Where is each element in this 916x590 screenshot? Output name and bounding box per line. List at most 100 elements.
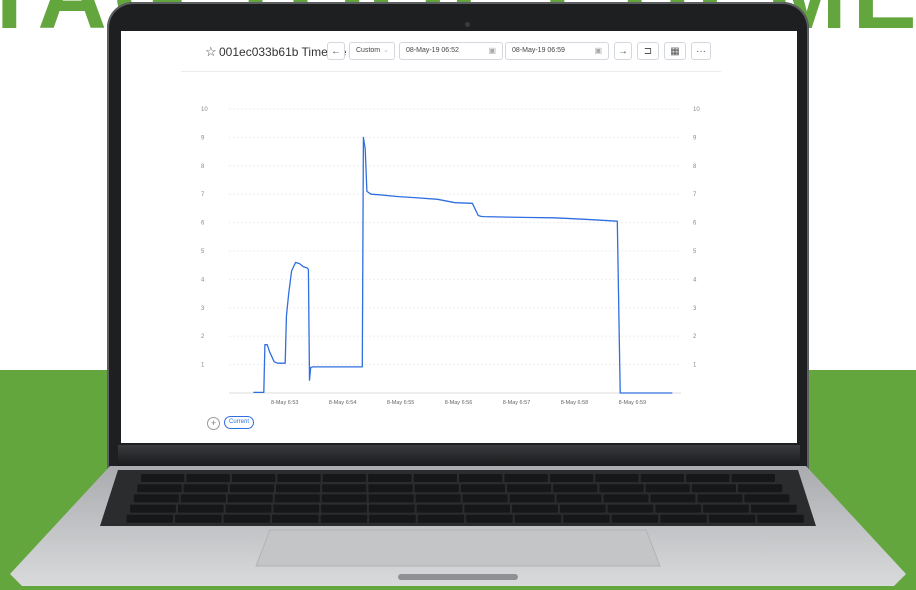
timeline-chart: 1 1 2 2 3 3 4 4 5 5 6 6 7 7 8 8 9 9 10 10 8-May 6:53 8-May 6:… <box>201 107 700 406</box>
y-tick-label-left: 3 <box>201 306 205 312</box>
keyboard-key <box>512 504 558 513</box>
x-tick-label: 8-May 6:56 <box>445 400 473 406</box>
keyboard-key <box>369 514 416 523</box>
keyboard-key <box>223 514 271 523</box>
keyboard-key <box>126 514 174 523</box>
keyboard-key <box>460 484 505 493</box>
keyboard-key <box>417 514 465 523</box>
keyboard-key <box>464 504 511 513</box>
keyboard-key <box>175 514 222 523</box>
keyboard-key <box>660 514 707 523</box>
keyboard-key <box>504 474 548 482</box>
y-tick-label-right: 2 <box>693 334 697 340</box>
keyboard-key <box>697 494 743 503</box>
keyboard-key <box>640 474 685 482</box>
keyboard-key <box>277 474 321 482</box>
y-tick-label-left: 4 <box>201 277 205 283</box>
keyboard-key <box>611 514 659 523</box>
keyboard-key <box>321 494 367 503</box>
keyboard-key <box>133 494 179 503</box>
keyboard-key <box>321 504 367 513</box>
keyboard-key <box>509 494 555 503</box>
keyboard-key <box>227 494 273 503</box>
keyboard-key <box>130 504 176 513</box>
x-tick-label: 8-May 6:55 <box>387 400 415 406</box>
keyboard-key <box>322 474 367 482</box>
y-tick-label-right: 10 <box>693 107 700 113</box>
y-tick-label-right: 9 <box>693 135 697 141</box>
keyboard-key <box>691 484 736 493</box>
y-tick-label-left: 5 <box>201 249 205 255</box>
keyboard-key <box>738 484 783 493</box>
keyboard-key <box>757 514 804 523</box>
keyboard-key <box>553 484 598 493</box>
keyboard-key <box>229 484 274 493</box>
series-line-current <box>253 136 673 394</box>
x-tick-label: 8-May 6:58 <box>561 400 589 406</box>
trackpad[interactable] <box>255 529 661 567</box>
keyboard-key <box>416 504 463 513</box>
keyboard-key <box>744 494 790 503</box>
laptop-base <box>10 466 906 590</box>
keyboard-key <box>507 484 552 493</box>
keyboard-key <box>186 474 230 482</box>
y-tick-label-left: 6 <box>201 221 205 227</box>
keyboard-key <box>603 494 649 503</box>
keyboard-key <box>272 514 319 523</box>
keyboard-key <box>276 484 321 493</box>
keyboard-key <box>514 514 562 523</box>
keyboard-deck <box>10 466 906 586</box>
y-tick-label-right: 6 <box>693 221 697 227</box>
keyboard-key <box>708 514 756 523</box>
keyboard-key <box>466 514 513 523</box>
keyboard-key <box>413 474 457 482</box>
keyboard-key <box>225 504 272 513</box>
keyboard-key <box>655 504 702 513</box>
y-tick-label-right: 3 <box>693 306 697 312</box>
keyboard-key <box>549 474 594 482</box>
keyboard-key <box>177 504 224 513</box>
keyboard-key <box>320 514 368 523</box>
keyboard-key <box>563 514 610 523</box>
keyboard-key <box>368 484 413 493</box>
y-tick-label-right: 1 <box>693 363 697 369</box>
keyboard-key <box>607 504 654 513</box>
keyboard-key <box>180 494 226 503</box>
camera-icon <box>465 22 470 27</box>
y-tick-label-left: 1 <box>201 363 205 369</box>
y-tick-label-left: 8 <box>201 164 205 170</box>
x-tick-label: 8-May 6:53 <box>271 400 299 406</box>
x-tick-label: 8-May 6:54 <box>329 400 357 406</box>
y-tick-label-right: 5 <box>693 249 697 255</box>
y-tick-label-left: 9 <box>201 135 205 141</box>
keyboard-key <box>414 484 459 493</box>
keyboard-key <box>731 474 775 482</box>
keyboard-key <box>703 504 749 513</box>
lid-notch <box>398 574 518 580</box>
keyboard-key <box>559 504 606 513</box>
add-series-button[interactable]: + <box>207 417 220 430</box>
keyboard-key <box>274 494 320 503</box>
keyboard-key <box>599 484 644 493</box>
keyboard-key <box>415 494 461 503</box>
series-legend-current[interactable]: Current <box>224 416 255 429</box>
keyboard-key <box>645 484 690 493</box>
keyboard-key <box>595 474 639 482</box>
keyboard-key <box>368 474 412 482</box>
keyboard-key <box>750 504 797 513</box>
x-tick-label: 8-May 6:57 <box>503 400 531 406</box>
keyboard-key <box>462 494 508 503</box>
keyboard-key <box>686 474 730 482</box>
keyboard-key <box>368 494 414 503</box>
laptop-screen: ☆ 001ec033b61b Timeline ... ← Custom ⌄ 08… <box>121 31 797 443</box>
keyboard-key <box>650 494 696 503</box>
keyboard-key <box>556 494 602 503</box>
keyboard-key <box>459 474 503 482</box>
keyboard-key <box>137 484 182 493</box>
laptop-hinge <box>118 445 800 467</box>
keyboard-key <box>141 474 185 482</box>
keyboard-key <box>322 484 367 493</box>
keyboard-key <box>183 484 228 493</box>
y-tick-label-left: 7 <box>201 192 205 198</box>
y-tick-label-left: 2 <box>201 334 205 340</box>
